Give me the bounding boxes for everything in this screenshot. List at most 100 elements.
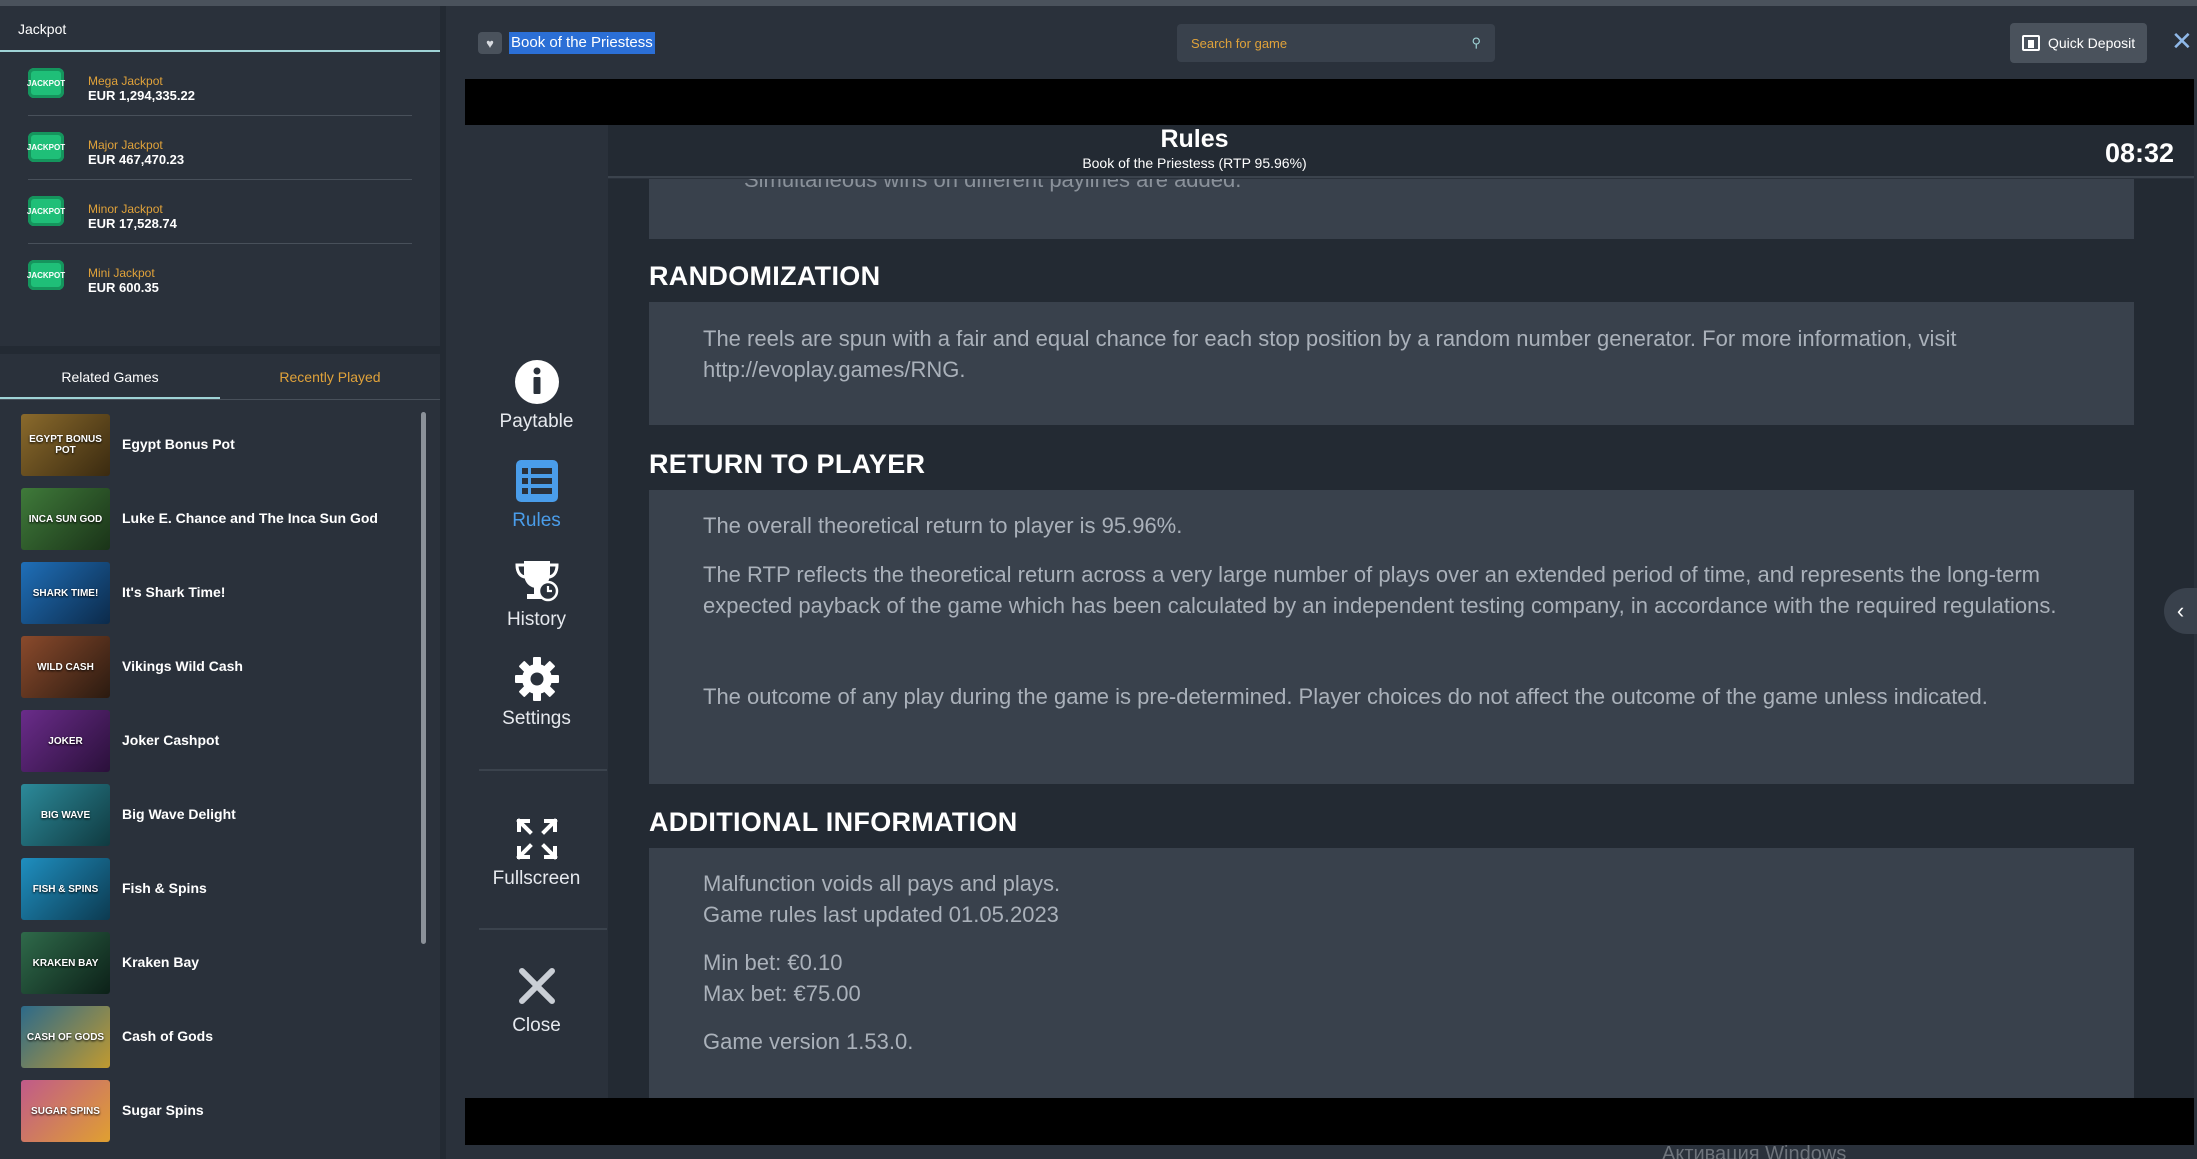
clock: 08:32: [2104, 138, 2174, 168]
jackpot-header: Jackpot: [0, 6, 440, 52]
rules-content[interactable]: Simultaneous wins on different paylines …: [608, 179, 2194, 1098]
jackpot-row: JACKPOT Mega Jackpot EUR 1,294,335.22: [27, 52, 412, 116]
additional-line-1: Malfunction voids all pays and plays.: [703, 871, 1061, 896]
game-list-item[interactable]: JOKER Joker Cashpot: [0, 704, 420, 778]
jackpot-name: Minor Jackpot: [88, 202, 163, 216]
rtp-text-1: The overall theoretical return to player…: [703, 513, 1183, 538]
rules-subtitle: Book of the Priestess (RTP 95.96%): [1082, 155, 1307, 171]
game-list-item[interactable]: FISH & SPINS Fish & Spins: [0, 852, 420, 926]
sidebar-divider: [479, 769, 607, 771]
history-button[interactable]: History: [465, 557, 608, 631]
game-title[interactable]: Luke E. Chance and The Inca Sun God: [122, 510, 378, 526]
game-thumbnail[interactable]: WILD CASH: [21, 636, 110, 698]
paytable-label: Paytable: [499, 411, 574, 432]
rules-title: Rules: [1160, 125, 1229, 153]
game-list-item[interactable]: BIG WAVE Big Wave Delight: [0, 778, 420, 852]
jackpot-name: Major Jackpot: [88, 138, 163, 152]
game-title[interactable]: Egypt Bonus Pot: [122, 436, 235, 452]
game-thumbnail[interactable]: SUGAR SPINS: [21, 1080, 110, 1142]
settings-button[interactable]: Settings: [465, 656, 608, 730]
search-input[interactable]: [1177, 24, 1457, 62]
list-icon: [515, 460, 558, 502]
game-title[interactable]: It's Shark Time!: [122, 584, 225, 600]
rtp-text-2: The RTP reflects the theoretical return …: [703, 562, 2057, 618]
jackpot-icon: JACKPOT: [27, 260, 65, 290]
jackpot-panel: Jackpot JACKPOT Mega Jackpot EUR 1,294,3…: [0, 6, 440, 346]
game-title[interactable]: Joker Cashpot: [122, 732, 219, 748]
jackpot-row: JACKPOT Major Jackpot EUR 467,470.23: [27, 116, 412, 180]
os-watermark: Активация Windows: [1662, 1143, 1847, 1159]
close-label: Close: [512, 1015, 561, 1036]
rules-button[interactable]: Rules: [465, 458, 608, 532]
max-bet-text: Max bet: €75.00: [703, 981, 861, 1006]
additional-info-heading: ADDITIONAL INFORMATION: [649, 807, 1018, 837]
game-thumbnail[interactable]: INCA SUN GOD: [21, 488, 110, 550]
jackpot-icon: JACKPOT: [27, 68, 65, 98]
game-title[interactable]: Fish & Spins: [122, 880, 207, 896]
game-title[interactable]: Kraken Bay: [122, 954, 199, 970]
jackpot-list: JACKPOT Mega Jackpot EUR 1,294,335.22 JA…: [0, 52, 440, 308]
game-thumbnail[interactable]: FISH & SPINS: [21, 858, 110, 920]
close-rules-button[interactable]: Close: [465, 963, 608, 1037]
gear-icon: [514, 657, 559, 701]
jackpot-value: EUR 1,294,335.22: [88, 88, 195, 103]
jackpot-row: JACKPOT Minor Jackpot EUR 17,528.74: [27, 180, 412, 244]
jackpot-name: Mega Jackpot: [88, 74, 163, 88]
search-box: ⚲: [1177, 24, 1495, 62]
jackpot-value: EUR 467,470.23: [88, 152, 185, 167]
fullscreen-label: Fullscreen: [492, 868, 581, 889]
close-icon[interactable]: ✕: [2171, 28, 2193, 54]
heart-icon[interactable]: ♥: [478, 32, 502, 54]
rtp-heading: RETURN TO PLAYER: [649, 449, 926, 479]
game-title[interactable]: Big Wave Delight: [122, 806, 236, 822]
paytable-button[interactable]: Paytable: [465, 359, 608, 433]
game-title[interactable]: Vikings Wild Cash: [122, 658, 243, 674]
randomization-text: The reels are spun with a fair and equal…: [703, 326, 1957, 382]
game-frame-top-bar: [465, 79, 2194, 125]
close-icon: [518, 968, 555, 1004]
tab-recently-played[interactable]: Recently Played: [220, 354, 440, 399]
jackpot-name: Mini Jackpot: [88, 266, 155, 280]
game-frame-bottom-bar: [465, 1098, 2194, 1145]
randomization-heading: RANDOMIZATION: [649, 261, 881, 291]
history-label: History: [506, 609, 567, 630]
fullscreen-button[interactable]: Fullscreen: [465, 816, 608, 890]
game-list-item[interactable]: CASH OF GODS Cash of Gods: [0, 1000, 420, 1074]
rules-label: Rules: [512, 510, 561, 531]
game-thumbnail[interactable]: KRAKEN BAY: [21, 932, 110, 994]
min-bet-text: Min bet: €0.10: [703, 950, 843, 975]
search-icon[interactable]: ⚲: [1471, 35, 1481, 51]
settings-label: Settings: [502, 708, 571, 729]
additional-line-2: Game rules last updated 01.05.2023: [703, 902, 1059, 927]
wallet-icon: [2022, 35, 2040, 51]
game-title[interactable]: Sugar Spins: [122, 1102, 204, 1118]
game-list: EGYPT BONUS POT Egypt Bonus Pot INCA SUN…: [0, 408, 420, 1148]
info-icon: [514, 360, 559, 404]
games-tabs: Related Games Recently Played: [0, 354, 440, 400]
game-list-scrollbar[interactable]: [421, 412, 426, 944]
game-thumbnail[interactable]: EGYPT BONUS POT: [21, 414, 110, 476]
jackpot-row: JACKPOT Mini Jackpot EUR 600.35: [27, 244, 412, 308]
game-list-item[interactable]: EGYPT BONUS POT Egypt Bonus Pot: [0, 408, 420, 482]
jackpot-icon: JACKPOT: [27, 132, 65, 162]
quick-deposit-button[interactable]: Quick Deposit: [2010, 23, 2147, 63]
paylines-text: Simultaneous wins on different paylines …: [744, 179, 1242, 192]
game-title[interactable]: Cash of Gods: [122, 1028, 213, 1044]
game-thumbnail[interactable]: JOKER: [21, 710, 110, 772]
game-list-item[interactable]: SUGAR SPINS Sugar Spins: [0, 1074, 420, 1148]
rules-header: Rules Book of the Priestess (RTP 95.96%)…: [608, 125, 2194, 178]
game-title-selected: Book of the Priestess: [509, 32, 655, 54]
jackpot-value: EUR 600.35: [88, 280, 159, 295]
game-list-item[interactable]: WILD CASH Vikings Wild Cash: [0, 630, 420, 704]
rules-sidebar: Paytable Rules History Settings Fullscre…: [465, 125, 608, 1098]
rtp-text-3: The outcome of any play during the game …: [703, 684, 1988, 709]
game-list-item[interactable]: SHARK TIME! It's Shark Time!: [0, 556, 420, 630]
game-list-item[interactable]: INCA SUN GOD Luke E. Chance and The Inca…: [0, 482, 420, 556]
tab-related-games[interactable]: Related Games: [0, 354, 220, 399]
game-thumbnail[interactable]: CASH OF GODS: [21, 1006, 110, 1068]
game-thumbnail[interactable]: BIG WAVE: [21, 784, 110, 846]
game-thumbnail[interactable]: SHARK TIME!: [21, 562, 110, 624]
games-panel: Related Games Recently Played EGYPT BONU…: [0, 354, 440, 1159]
game-list-item[interactable]: KRAKEN BAY Kraken Bay: [0, 926, 420, 1000]
jackpot-value: EUR 17,528.74: [88, 216, 177, 231]
